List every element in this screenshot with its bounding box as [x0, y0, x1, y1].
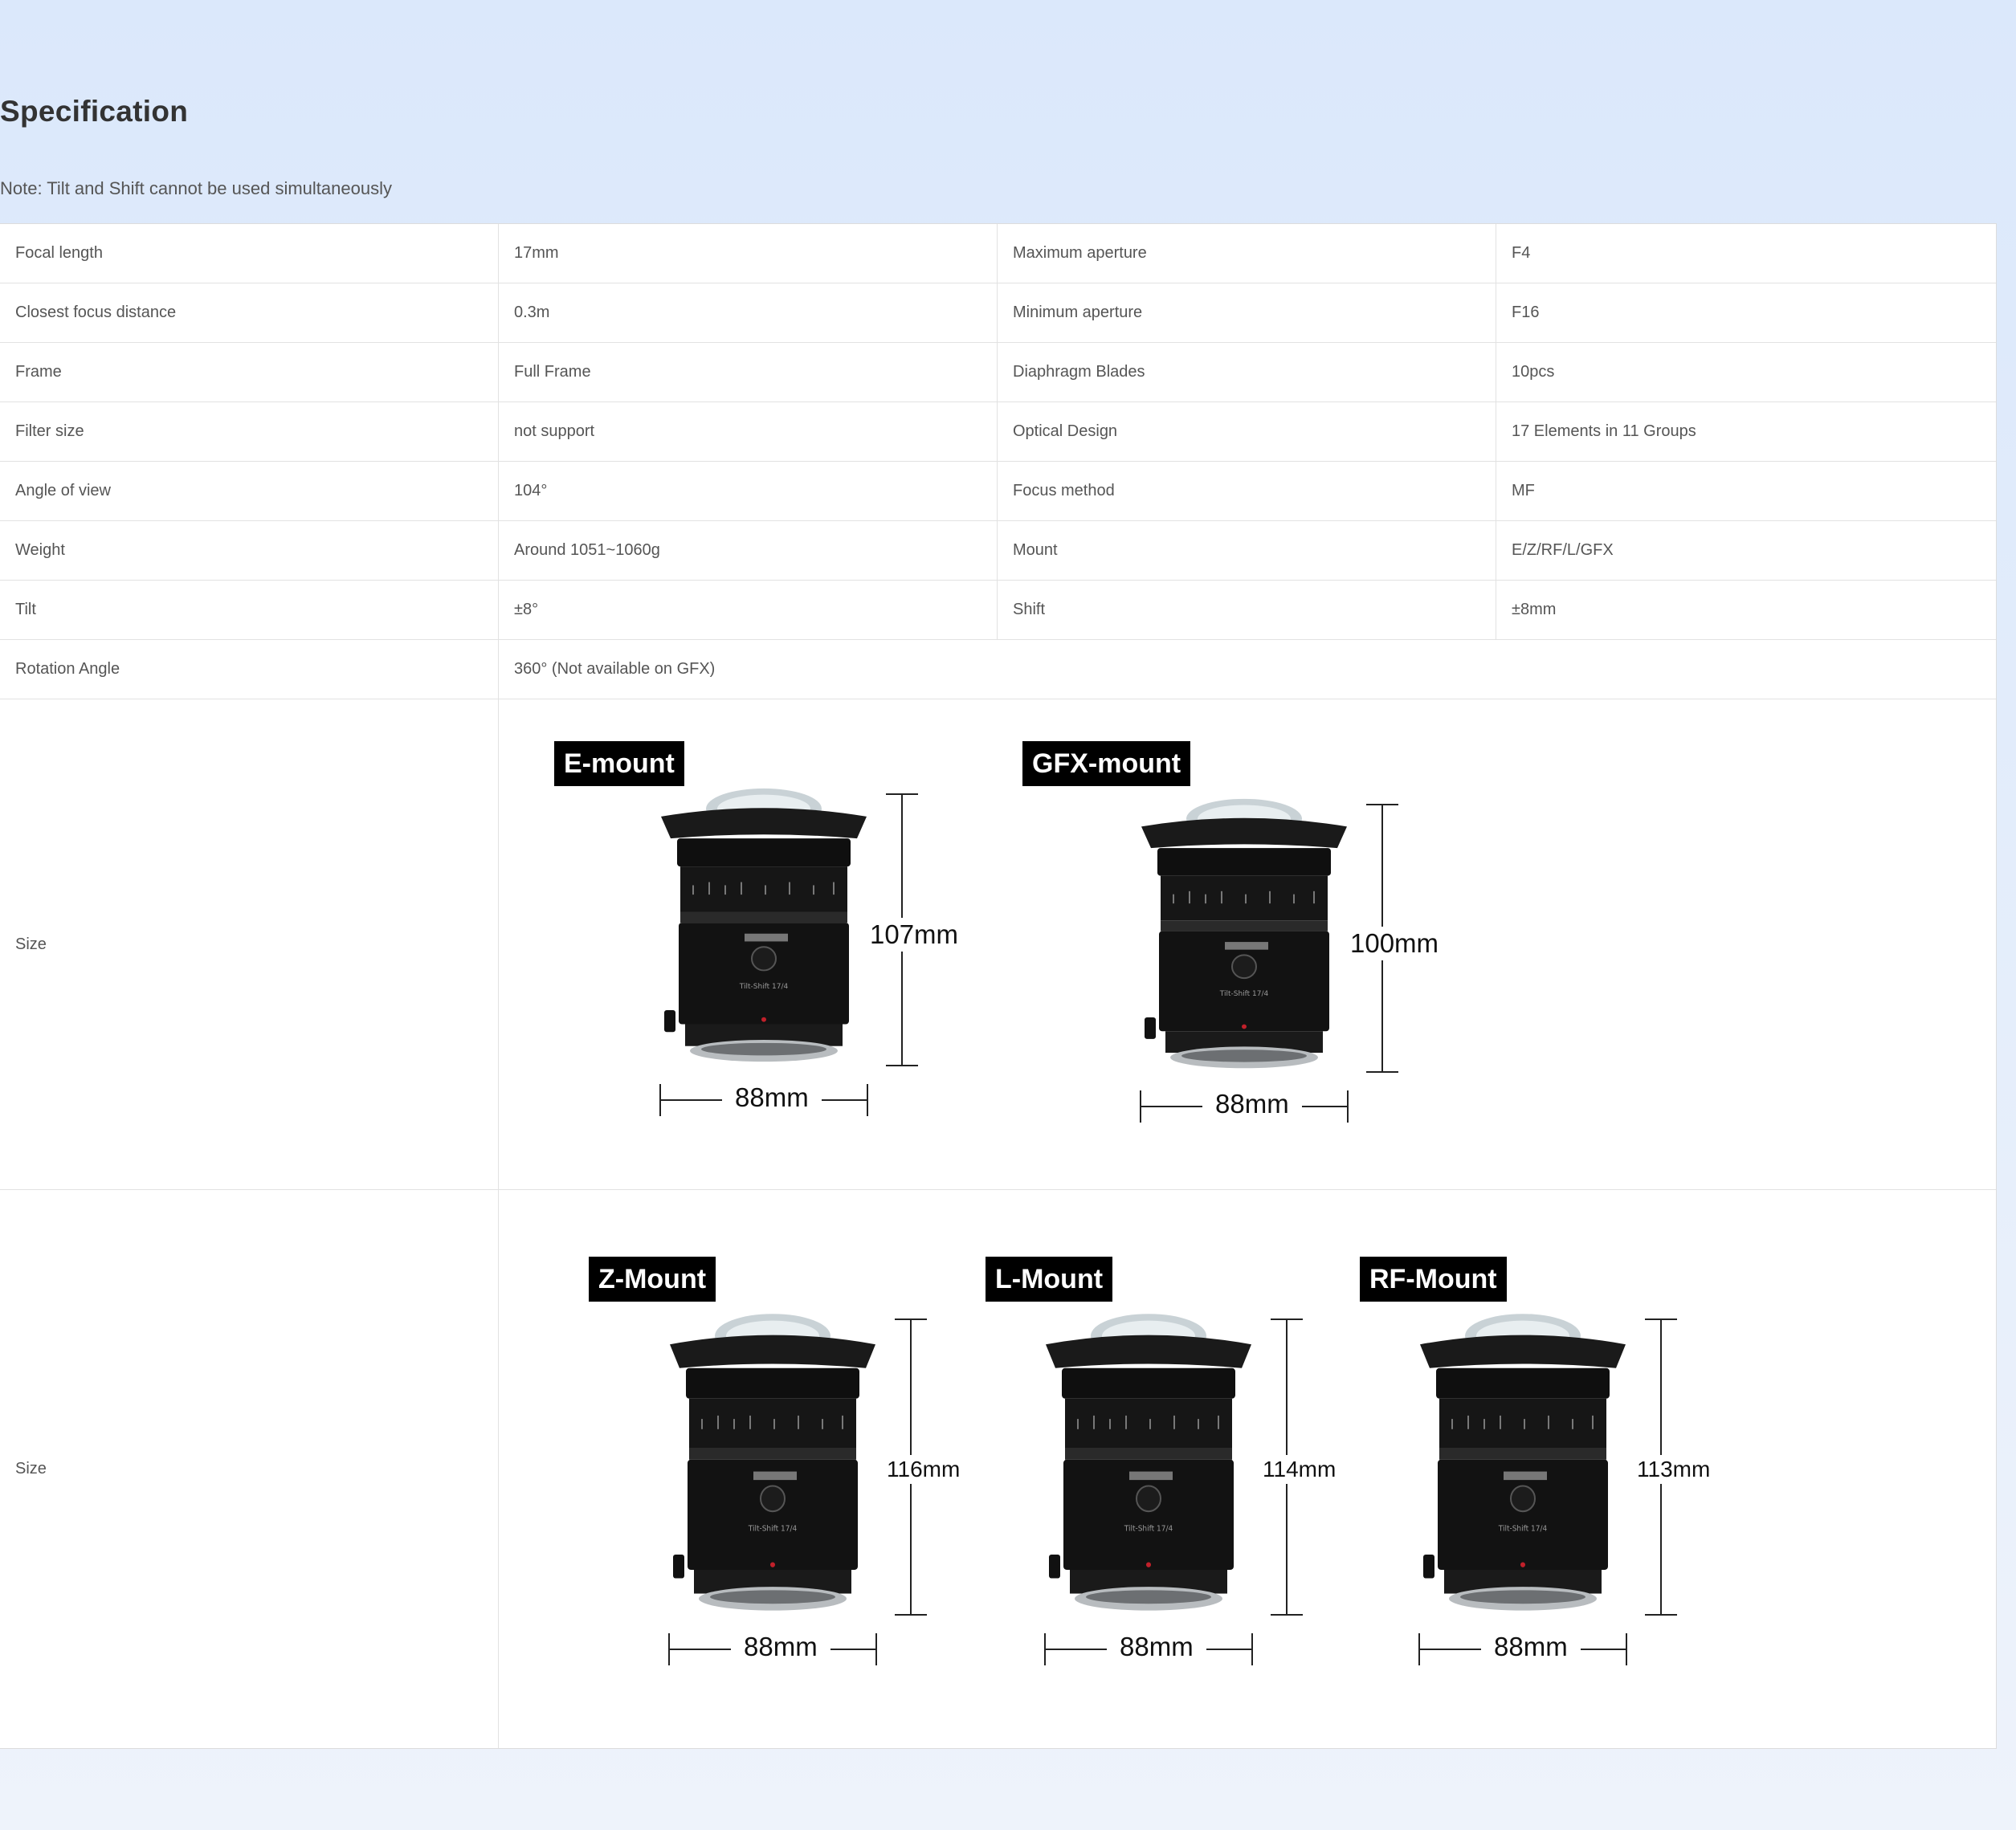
spec-label: Rotation Angle — [0, 640, 499, 699]
lens-image: Tilt-Shift 17/4 — [1420, 1310, 1626, 1616]
lens-photo: Tilt-Shift 17/4 — [1141, 798, 1347, 1069]
spec-label: Closest focus distance — [0, 283, 499, 342]
spec-label: Tilt — [0, 581, 499, 639]
size-row: Size Z-Mount Tilt-Shift 17/4 116mm 88mm L-Mo… — [0, 1190, 1996, 1748]
spec-label: Optical Design — [998, 402, 1496, 461]
lens-image: Tilt-Shift 17/4 — [661, 785, 867, 1066]
spec-value: 0.3m — [499, 283, 998, 342]
width-dimension: 88mm — [722, 1082, 822, 1113]
spec-value: 17mm — [499, 224, 998, 283]
height-dimension: 116mm — [887, 1455, 961, 1484]
mount-label: Z-Mount — [589, 1257, 716, 1302]
spec-label: Weight — [0, 521, 499, 580]
width-dimension: 88mm — [1481, 1632, 1581, 1662]
mount-label: GFX-mount — [1022, 741, 1191, 786]
spec-value: F16 — [1512, 304, 1540, 321]
svg-text:Tilt-Shift 17/4: Tilt-Shift 17/4 — [739, 983, 789, 991]
svg-text:Tilt-Shift 17/4: Tilt-Shift 17/4 — [1124, 1524, 1173, 1533]
spec-row: Frame Full Frame Diaphragm Blades 10pcs — [0, 343, 1996, 402]
mount-label: E-mount — [554, 741, 684, 786]
lens-image: Tilt-Shift 17/4 — [1046, 1310, 1251, 1616]
spec-value: 17 Elements in 11 Groups — [1512, 422, 1696, 440]
svg-text:Tilt-Shift 17/4: Tilt-Shift 17/4 — [1498, 1524, 1548, 1533]
spec-label: Size — [0, 699, 499, 1189]
spec-label: Maximum aperture — [998, 224, 1496, 283]
spec-value: 360° (Not available on GFX) — [514, 660, 716, 678]
spec-label: Focal length — [0, 224, 499, 283]
spec-label: Minimum aperture — [998, 283, 1496, 342]
spec-value: 10pcs — [1512, 363, 1555, 381]
size-row: Size E-mount Tilt-Shift 17/4 107mm 88mm GFX-… — [0, 699, 1996, 1190]
mount-label: L-Mount — [986, 1257, 1113, 1302]
spec-row: Angle of view 104° Focus method MF — [0, 462, 1996, 521]
lens-photo: Tilt-Shift 17/4 — [1420, 1314, 1626, 1611]
width-dimension: 88mm — [1107, 1632, 1206, 1662]
spec-row: Filter size not support Optical Design 1… — [0, 402, 1996, 462]
spec-value: E/Z/RF/L/GFX — [1512, 541, 1614, 559]
spec-value: F4 — [1512, 244, 1531, 262]
spec-value: MF — [1512, 482, 1535, 499]
spec-row: Closest focus distance 0.3m Minimum aper… — [0, 283, 1996, 343]
lens-photo: Tilt-Shift 17/4 — [1046, 1314, 1251, 1611]
specification-table: Focal length 17mm Maximum aperture F4 Cl… — [0, 223, 1997, 1749]
spec-label: Diaphragm Blades — [998, 343, 1496, 401]
spec-label: Shift — [998, 581, 1496, 639]
spec-row: Tilt ±8° Shift ±8mm — [0, 581, 1996, 640]
spec-value: 104° — [499, 462, 998, 520]
spec-row: Weight Around 1051~1060g Mount E/Z/RF/L/… — [0, 521, 1996, 581]
spec-value: Full Frame — [499, 343, 998, 401]
spec-value: Around 1051~1060g — [499, 521, 998, 580]
height-dimension: 107mm — [870, 918, 959, 952]
size-diagram: Z-Mount Tilt-Shift 17/4 116mm 88mm L-Mount Ti… — [499, 1190, 1996, 1748]
svg-text:Tilt-Shift 17/4: Tilt-Shift 17/4 — [1219, 990, 1269, 998]
lens-photo: Tilt-Shift 17/4 — [661, 788, 867, 1062]
lens-image: Tilt-Shift 17/4 — [670, 1310, 875, 1616]
spec-label: Filter size — [0, 402, 499, 461]
spec-label: Size — [0, 1190, 499, 1748]
width-dimension: 88mm — [731, 1632, 830, 1662]
spec-row: Focal length 17mm Maximum aperture F4 — [0, 224, 1996, 283]
lens-image: Tilt-Shift 17/4 — [1141, 796, 1347, 1073]
spec-value: ±8° — [499, 581, 998, 639]
height-dimension: 114mm — [1263, 1455, 1337, 1484]
height-dimension: 100mm — [1350, 926, 1439, 960]
height-dimension: 113mm — [1637, 1455, 1711, 1484]
spec-label: Frame — [0, 343, 499, 401]
spec-value: not support — [499, 402, 998, 461]
size-diagram: E-mount Tilt-Shift 17/4 107mm 88mm GFX-mount… — [499, 699, 1996, 1189]
spec-row-rotation: Rotation Angle 360° (Not available on GF… — [0, 640, 1996, 699]
spec-label: Focus method — [998, 462, 1496, 520]
mount-label: RF-Mount — [1360, 1257, 1507, 1302]
page-title: Specification — [0, 95, 189, 128]
width-dimension: 88mm — [1202, 1089, 1302, 1119]
spec-label: Angle of view — [0, 462, 499, 520]
spec-label: Mount — [998, 521, 1496, 580]
simultaneous-use-note: Note: Tilt and Shift cannot be used simu… — [0, 178, 392, 198]
spec-value: ±8mm — [1512, 601, 1557, 618]
svg-text:Tilt-Shift 17/4: Tilt-Shift 17/4 — [748, 1524, 798, 1533]
lens-photo: Tilt-Shift 17/4 — [670, 1314, 875, 1611]
